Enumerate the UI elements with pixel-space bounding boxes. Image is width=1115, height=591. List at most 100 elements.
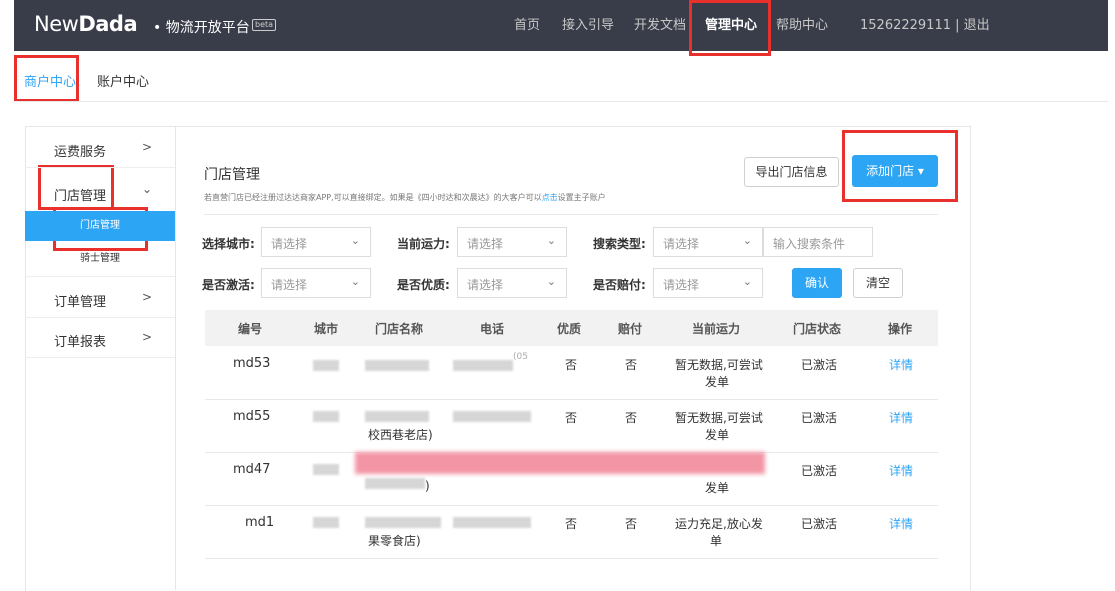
premium-label: 是否优质: bbox=[397, 278, 450, 292]
col-store-name: 门店名称 bbox=[375, 322, 424, 336]
redacted-phone bbox=[453, 411, 531, 422]
activated-select[interactable]: 请选择 ⌄ bbox=[261, 268, 371, 298]
select-placeholder: 请选择 bbox=[271, 237, 308, 251]
sidebar-item-label: 运费服务 bbox=[54, 145, 107, 160]
compensate-label: 是否赔付: bbox=[593, 278, 646, 292]
nav-dev-docs[interactable]: 开发文档 bbox=[634, 0, 686, 51]
city-select[interactable]: 请选择 ⌄ bbox=[261, 227, 371, 257]
add-store-button[interactable]: 添加门店 ▾ bbox=[852, 155, 938, 187]
nav-integration-guide[interactable]: 接入引导 bbox=[562, 0, 614, 51]
logo-text-dada: Dada bbox=[78, 12, 138, 36]
table-header: 编号 城市 门店名称 电话 优质 赔付 当前运力 门店状态 操作 bbox=[205, 310, 938, 346]
nav-home[interactable]: 首页 bbox=[514, 0, 540, 51]
top-navigation-bar: NewDada • 物流开放平台 beta 首页 接入引导 开发文档 管理中心 … bbox=[14, 0, 1108, 51]
capacity-label: 当前运力: bbox=[397, 237, 450, 251]
details-link[interactable]: 详情 bbox=[889, 356, 913, 373]
select-placeholder: 请选择 bbox=[467, 237, 504, 251]
phone-fragment: (05 bbox=[513, 352, 528, 362]
premium-value: 否 bbox=[565, 358, 578, 372]
logo-text-new: New bbox=[34, 12, 79, 36]
sidebar-subitem-rider-management[interactable]: 骑士管理 bbox=[25, 244, 175, 274]
store-id: md53 bbox=[233, 356, 271, 371]
col-city: 城市 bbox=[314, 322, 339, 336]
chevron-down-icon: ⌄ bbox=[742, 275, 752, 288]
subnav-divider bbox=[14, 101, 1108, 102]
platform-name: • 物流开放平台 bbox=[153, 20, 250, 36]
capacity-select[interactable]: 请选择 ⌄ bbox=[457, 227, 567, 257]
store-id: md55 bbox=[233, 409, 271, 424]
chevron-down-icon: ⌄ bbox=[350, 275, 360, 288]
capacity-line2: 发单 bbox=[705, 481, 730, 495]
capacity-line2: 发单 bbox=[705, 375, 730, 389]
status-value: 已激活 bbox=[801, 411, 838, 425]
clear-button[interactable]: 清空 bbox=[853, 268, 903, 298]
premium-select[interactable]: 请选择 ⌄ bbox=[457, 268, 567, 298]
sidebar-item-order-reports[interactable]: 订单报表 > bbox=[25, 317, 175, 358]
redacted-phone bbox=[453, 360, 513, 371]
search-input[interactable]: 输入搜索条件 bbox=[763, 227, 873, 257]
redacted-watermark bbox=[355, 452, 765, 474]
redacted-store-name bbox=[365, 478, 425, 489]
sidebar-item-orders[interactable]: 订单管理 > bbox=[25, 276, 175, 318]
compensate-value: 否 bbox=[625, 517, 638, 531]
status-value: 已激活 bbox=[801, 464, 838, 478]
col-id: 编号 bbox=[238, 322, 263, 336]
col-compensate: 赔付 bbox=[618, 322, 643, 336]
capacity-line2: 单 bbox=[710, 534, 723, 548]
status-value: 已激活 bbox=[801, 517, 838, 531]
capacity-line2: 发单 bbox=[705, 428, 730, 442]
details-link[interactable]: 详情 bbox=[889, 462, 913, 479]
subnav-merchant-center[interactable]: 商户中心 bbox=[24, 71, 76, 90]
nav-help-center[interactable]: 帮助中心 bbox=[776, 0, 828, 51]
export-stores-button[interactable]: 导出门店信息 bbox=[744, 157, 839, 187]
sidebar-item-label: 门店管理 bbox=[54, 189, 107, 204]
premium-value: 否 bbox=[565, 517, 578, 531]
select-placeholder: 请选择 bbox=[271, 278, 308, 292]
beta-badge: beta bbox=[252, 19, 277, 31]
sidebar-item-label: 订单报表 bbox=[54, 335, 107, 350]
table-row: md1 果零食店) 否 否 运力充足,放心发 单 已激活 详情 bbox=[205, 505, 938, 559]
search-type-select[interactable]: 请选择 ⌄ bbox=[653, 227, 763, 257]
activated-label: 是否激活: bbox=[202, 278, 255, 292]
table-row: md55 校西巷老店) 否 否 暂无数据,可尝试 发单 已激活 详情 bbox=[205, 399, 938, 453]
table-row: md47 ) 发单 已激活 详情 bbox=[205, 452, 938, 506]
details-link[interactable]: 详情 bbox=[889, 515, 913, 532]
select-placeholder: 请选择 bbox=[663, 278, 700, 292]
sidebar-item-store-management[interactable]: 门店管理 ⌄ bbox=[25, 168, 175, 208]
page-title: 门店管理 bbox=[204, 167, 260, 183]
search-placeholder: 输入搜索条件 bbox=[773, 237, 846, 251]
col-premium: 优质 bbox=[557, 322, 582, 336]
hint-text-end: 设置主子账户 bbox=[557, 193, 606, 202]
chevron-down-icon: ⌄ bbox=[546, 234, 556, 247]
chevron-down-icon: ⌄ bbox=[142, 182, 153, 196]
subnav-account-center[interactable]: 账户中心 bbox=[97, 71, 149, 90]
status-value: 已激活 bbox=[801, 358, 838, 372]
details-link[interactable]: 详情 bbox=[889, 409, 913, 426]
sidebar-item-freight[interactable]: 运费服务 > bbox=[25, 127, 175, 168]
capacity-line1: 暂无数据,可尝试 bbox=[675, 411, 763, 425]
store-name-fragment: 校西巷老店) bbox=[368, 428, 433, 442]
newdada-logo[interactable]: NewDada bbox=[34, 12, 138, 36]
redacted-city bbox=[313, 360, 339, 371]
search-type-label: 搜索类型: bbox=[593, 237, 646, 251]
sidebar-subitem-store-management[interactable]: 门店管理 bbox=[25, 211, 175, 241]
premium-value: 否 bbox=[565, 411, 578, 425]
store-name-fragment: 果零食店) bbox=[368, 534, 421, 548]
confirm-button[interactable]: 确认 bbox=[792, 268, 842, 298]
annotation-box-management bbox=[689, 0, 771, 56]
hint-link[interactable]: 点击 bbox=[542, 193, 558, 202]
compensate-value: 否 bbox=[625, 358, 638, 372]
chevron-down-icon: ⌄ bbox=[350, 234, 360, 247]
capacity-line1: 暂无数据,可尝试 bbox=[675, 358, 763, 372]
select-placeholder: 请选择 bbox=[467, 278, 504, 292]
page-hint: 若直营门店已经注册过达达商家APP,可以直接绑定。如果是《四小时达和次晨达》的大… bbox=[204, 192, 606, 203]
user-phone-logout[interactable]: 15262229111 | 退出 bbox=[860, 0, 990, 51]
chevron-right-icon: > bbox=[142, 330, 153, 344]
hint-text: 若直营门店已经注册过达达商家APP,可以直接绑定。如果是《四小时达和次晨达》的大… bbox=[204, 193, 542, 202]
col-phone: 电话 bbox=[480, 322, 505, 336]
sidebar: 运费服务 > 门店管理 ⌄ 门店管理 骑士管理 订单管理 > 订单报表 > bbox=[25, 127, 176, 590]
redacted-city bbox=[313, 411, 339, 422]
table-row: md53 (05 否 否 暂无数据,可尝试 发单 已激活 详情 bbox=[205, 346, 938, 400]
city-label: 选择城市: bbox=[202, 237, 255, 251]
compensate-select[interactable]: 请选择 ⌄ bbox=[653, 268, 763, 298]
